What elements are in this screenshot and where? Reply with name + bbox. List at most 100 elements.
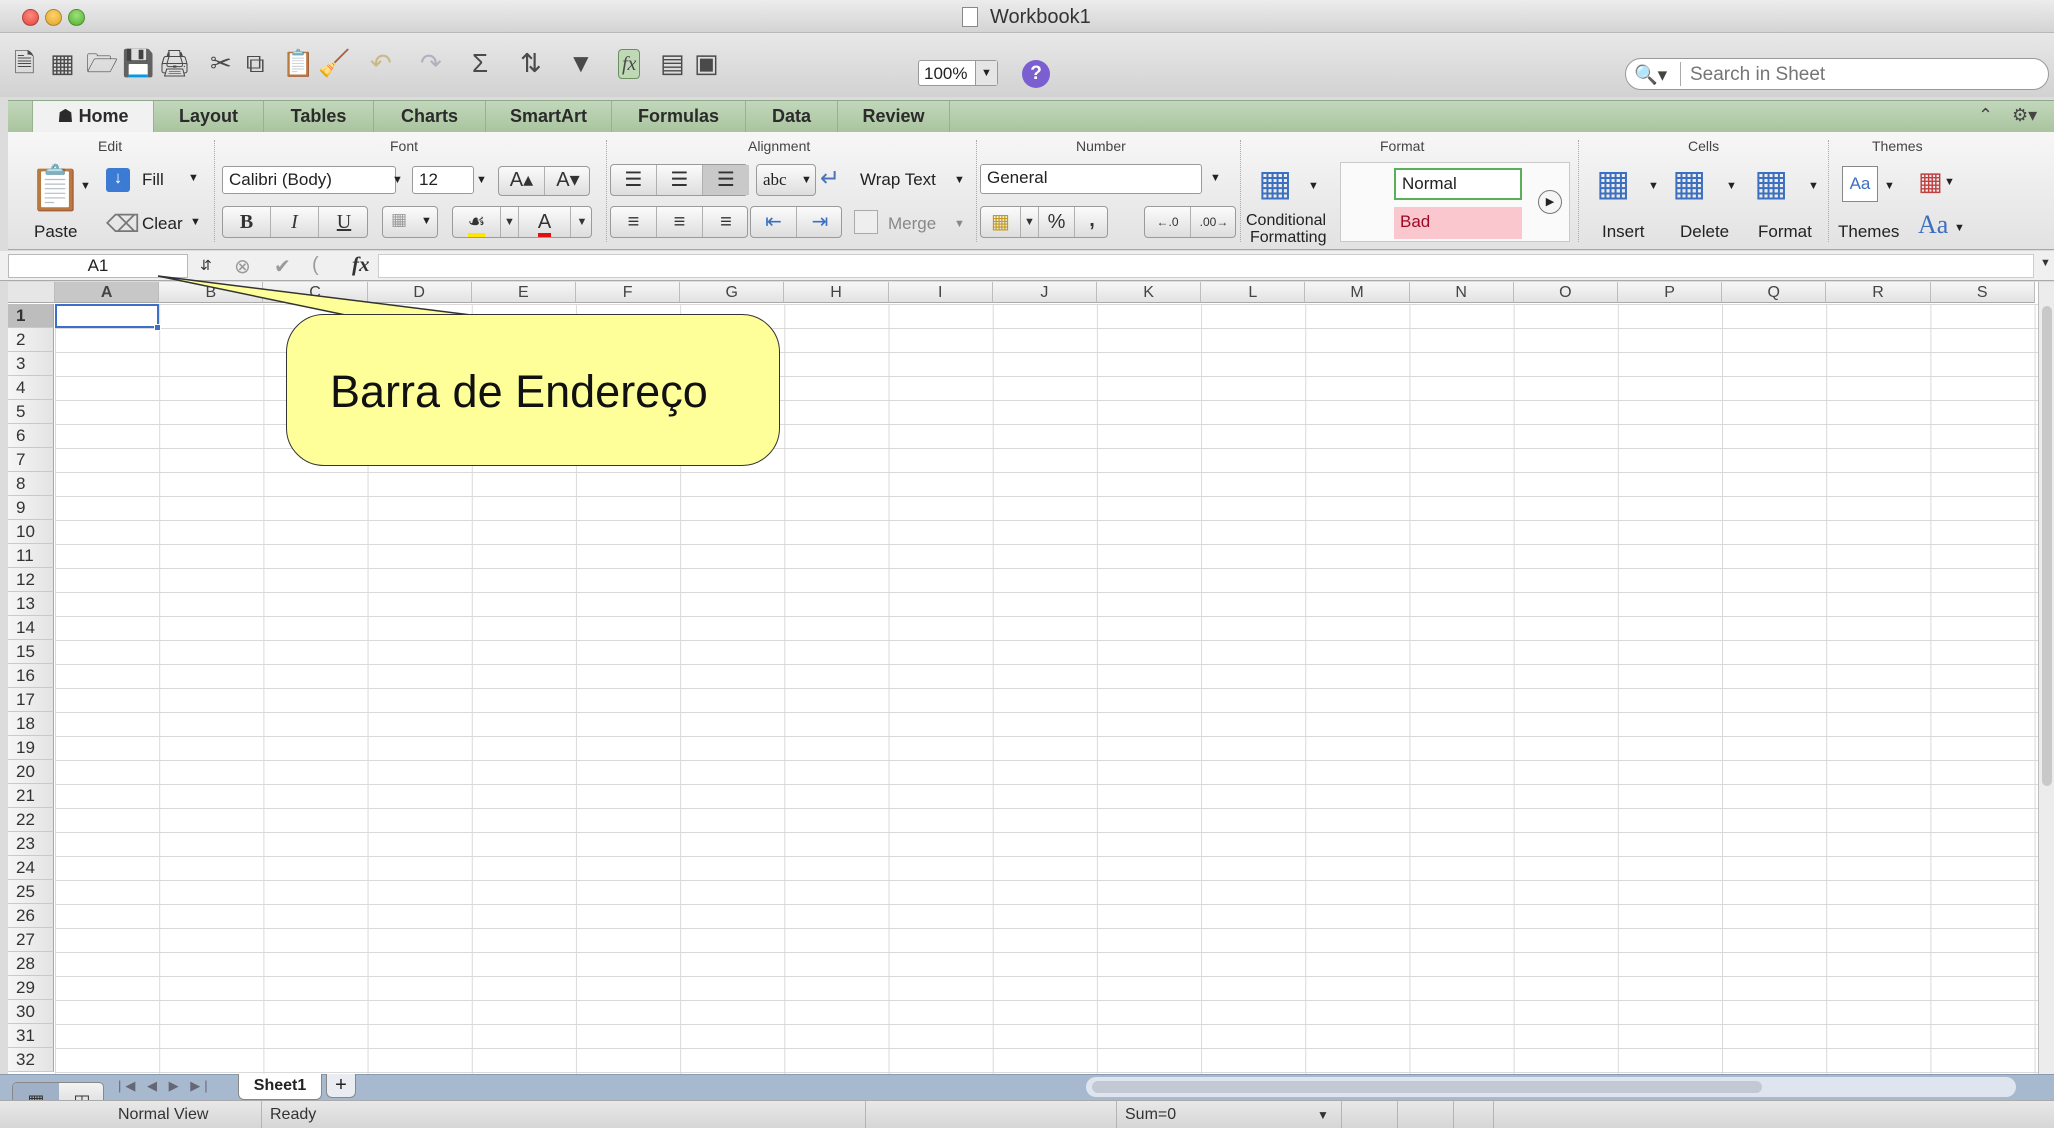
horizontal-scrollbar[interactable]	[1086, 1077, 2016, 1097]
number-format-select[interactable]: General	[980, 164, 1202, 194]
clear-button[interactable]: Clear	[142, 214, 183, 234]
format-painter-icon[interactable]: 🧹	[318, 49, 350, 77]
bold-button[interactable]: B	[223, 207, 271, 237]
row-header[interactable]: 2	[8, 328, 54, 352]
style-normal[interactable]: Normal	[1394, 168, 1522, 200]
row-header[interactable]: 32	[8, 1048, 54, 1072]
chevron-down-icon[interactable]: ▼	[954, 218, 965, 230]
tab-charts[interactable]: Charts	[374, 101, 486, 133]
row-header[interactable]: 30	[8, 1000, 54, 1024]
tab-data[interactable]: Data	[746, 101, 838, 133]
row-header[interactable]: 15	[8, 640, 54, 664]
chevron-down-icon[interactable]: ▼	[190, 216, 201, 228]
row-header[interactable]: 31	[8, 1024, 54, 1048]
row-header[interactable]: 23	[8, 832, 54, 856]
row-header[interactable]: 21	[8, 784, 54, 808]
insert-cells-icon[interactable]: ▦	[1596, 162, 1630, 204]
chevron-down-icon[interactable]: ▼	[1944, 176, 1955, 188]
format-cells-icon[interactable]: ▦	[1754, 162, 1788, 204]
italic-button[interactable]: I	[271, 207, 319, 237]
comma-button[interactable]: ,	[1075, 207, 1109, 237]
expand-formula-bar-icon[interactable]: ▼	[2040, 257, 2051, 269]
font-size-select[interactable]: 12	[412, 166, 474, 194]
grow-font-icon[interactable]: A▴	[499, 167, 545, 195]
merge-button[interactable]: Merge	[888, 214, 936, 234]
column-header[interactable]: Q	[1722, 282, 1827, 303]
row-header[interactable]: 27	[8, 928, 54, 952]
eraser-icon[interactable]: ⌫	[106, 210, 140, 239]
column-header[interactable]: N	[1409, 282, 1514, 303]
chevron-down-icon[interactable]: ▼	[501, 207, 519, 237]
column-header[interactable]: I	[888, 282, 993, 303]
collapse-ribbon-icon[interactable]: ⌃	[1978, 105, 1993, 126]
column-header[interactable]: M	[1305, 282, 1410, 303]
column-header[interactable]: P	[1618, 282, 1723, 303]
vertical-scrollbar[interactable]	[2038, 282, 2054, 1074]
column-header[interactable]: L	[1201, 282, 1306, 303]
themes-icon[interactable]: Aa	[1842, 166, 1878, 202]
column-header[interactable]: G	[680, 282, 785, 303]
fill-handle[interactable]	[154, 324, 161, 331]
sheet-tab-sheet1[interactable]: Sheet1	[238, 1074, 322, 1100]
borders-button[interactable]: ▦ ▼	[382, 206, 438, 238]
chevron-down-icon[interactable]: ▼	[188, 172, 199, 184]
chevron-down-icon[interactable]: ▼	[1726, 180, 1737, 192]
align-top-icon[interactable]: ☰	[611, 165, 657, 195]
print-icon[interactable]: 🖨	[158, 49, 191, 77]
decrease-indent-icon[interactable]: ⇤	[751, 207, 797, 237]
column-header[interactable]: O	[1513, 282, 1618, 303]
search-input[interactable]	[1690, 64, 2030, 86]
formula-input[interactable]	[378, 254, 2034, 278]
column-header[interactable]: F	[576, 282, 681, 303]
undo-icon[interactable]: ↶	[370, 49, 392, 77]
align-center-icon[interactable]: ≡	[657, 207, 703, 237]
close-window-button[interactable]	[22, 9, 39, 26]
row-header[interactable]: 12	[8, 568, 54, 592]
column-header[interactable]: S	[1930, 282, 2035, 303]
text-orientation-button[interactable]: abc ▼	[756, 164, 816, 196]
currency-icon[interactable]: ▦	[981, 207, 1021, 237]
tab-tables[interactable]: Tables	[264, 101, 374, 133]
row-header[interactable]: 29	[8, 976, 54, 1000]
autosum-icon[interactable]: Σ	[472, 49, 488, 77]
row-header[interactable]: 10	[8, 520, 54, 544]
style-bad[interactable]: Bad	[1394, 207, 1522, 239]
row-header[interactable]: 17	[8, 688, 54, 712]
row-header[interactable]: 18	[8, 712, 54, 736]
theme-colors-icon[interactable]: ▦	[1918, 166, 1943, 197]
toolbox-icon[interactable]: ▣	[694, 49, 719, 77]
row-header[interactable]: 20	[8, 760, 54, 784]
gallery-next-icon[interactable]: ▶	[1538, 190, 1562, 214]
wrap-text-icon[interactable]: ↵	[820, 164, 840, 193]
chevron-down-icon[interactable]: ▼	[571, 207, 593, 237]
row-header[interactable]: 26	[8, 904, 54, 928]
row-header[interactable]: 6	[8, 424, 54, 448]
chevron-down-icon[interactable]: ▼	[1808, 180, 1819, 192]
align-middle-icon[interactable]: ☰	[657, 165, 703, 195]
column-header[interactable]: H	[784, 282, 889, 303]
row-header[interactable]: 19	[8, 736, 54, 760]
add-sheet-button[interactable]: +	[326, 1074, 356, 1098]
help-button[interactable]: ?	[1022, 60, 1050, 88]
status-sum[interactable]: Sum=0 ▼	[1116, 1101, 1342, 1128]
column-header[interactable]: B	[159, 282, 264, 303]
column-header[interactable]: R	[1826, 282, 1931, 303]
column-header[interactable]: A	[55, 282, 160, 303]
chevron-down-icon[interactable]: ▼	[392, 174, 403, 186]
row-header[interactable]: 4	[8, 376, 54, 400]
chevron-down-icon[interactable]: ▼	[954, 174, 965, 186]
active-cell[interactable]	[55, 304, 159, 328]
row-header[interactable]: 8	[8, 472, 54, 496]
row-header[interactable]: 9	[8, 496, 54, 520]
row-header[interactable]: 16	[8, 664, 54, 688]
wrap-text-button[interactable]: Wrap Text	[860, 170, 936, 190]
conditional-formatting-label-line1[interactable]: Conditional	[1246, 212, 1326, 230]
tab-layout[interactable]: Layout	[154, 101, 264, 133]
search-icon[interactable]: 🔍▾	[1634, 63, 1667, 87]
row-header[interactable]: 28	[8, 952, 54, 976]
horizontal-scroll-thumb[interactable]	[1092, 1081, 1762, 1093]
decrease-decimal-icon[interactable]: .00→	[1191, 207, 1237, 237]
chevron-down-icon[interactable]: ▼	[1317, 1101, 1329, 1128]
filter-icon[interactable]: ▼	[568, 49, 594, 77]
fill-color-icon[interactable]: ☙	[453, 207, 501, 237]
